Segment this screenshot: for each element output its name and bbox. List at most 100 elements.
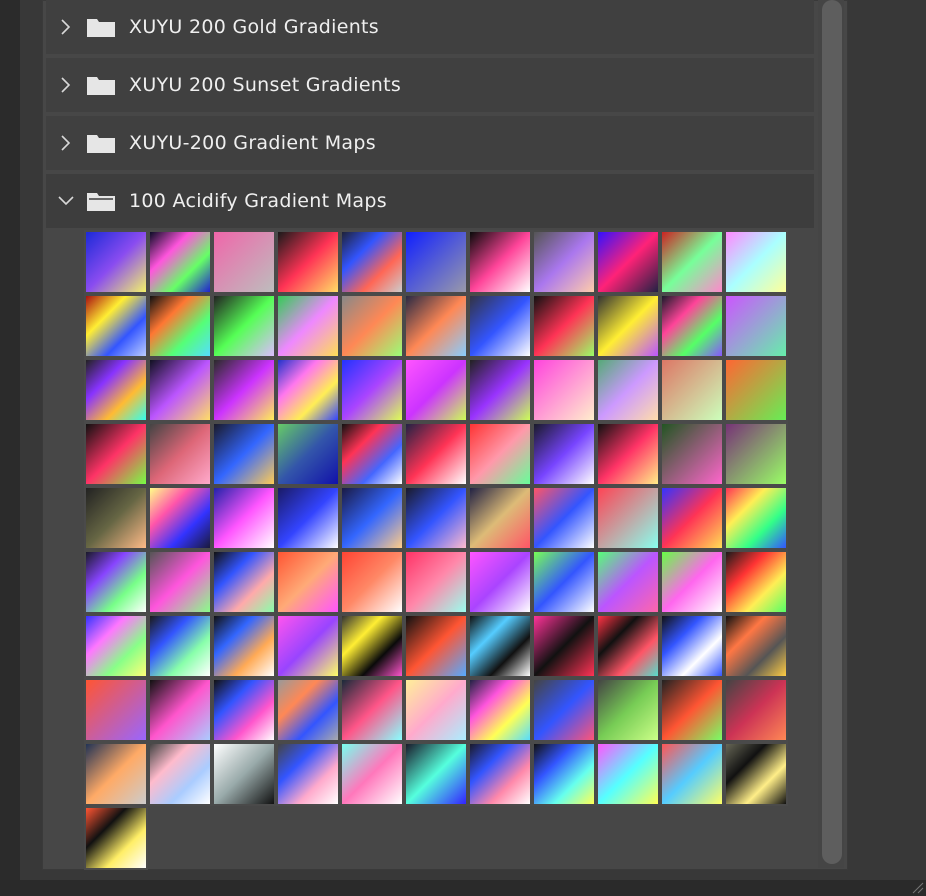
gradient-swatch[interactable] [340,614,404,678]
gradient-swatch[interactable] [404,550,468,614]
gradient-swatch[interactable] [596,678,660,742]
gradient-swatch[interactable] [660,742,724,806]
gradient-swatch[interactable] [212,358,276,422]
folder-row[interactable]: XUYU-200 Gradient Maps [46,116,814,170]
gradient-swatch[interactable] [532,294,596,358]
chevron-right-icon[interactable] [46,77,86,93]
gradient-swatch[interactable] [468,550,532,614]
gradient-swatch[interactable] [340,486,404,550]
gradient-swatch[interactable] [596,294,660,358]
gradient-swatch[interactable] [276,294,340,358]
gradient-swatch[interactable] [532,550,596,614]
gradient-swatch[interactable] [532,678,596,742]
gradient-swatch[interactable] [596,614,660,678]
gradient-swatch[interactable] [340,678,404,742]
gradient-swatch[interactable] [212,294,276,358]
gradient-swatch[interactable] [148,422,212,486]
gradient-swatch[interactable] [596,358,660,422]
gradient-swatch[interactable] [596,742,660,806]
gradient-swatch[interactable] [148,358,212,422]
gradient-swatch[interactable] [148,678,212,742]
gradient-swatch[interactable] [724,678,788,742]
folder-row[interactable]: 100 Acidify Gradient Maps [46,174,814,228]
gradient-swatch[interactable] [660,678,724,742]
gradient-swatch[interactable] [148,614,212,678]
gradient-swatch[interactable] [660,486,724,550]
gradient-swatch[interactable] [84,742,148,806]
gradient-swatch[interactable] [404,422,468,486]
gradient-swatch[interactable] [404,230,468,294]
gradient-swatch[interactable] [276,358,340,422]
resize-grip-icon[interactable] [910,880,924,894]
gradient-swatch[interactable] [148,230,212,294]
gradient-swatch[interactable] [660,550,724,614]
gradient-swatch[interactable] [724,358,788,422]
gradient-swatch[interactable] [532,742,596,806]
gradient-swatch[interactable] [276,678,340,742]
gradient-swatch[interactable] [596,550,660,614]
gradient-swatch[interactable] [532,230,596,294]
gradient-swatch[interactable] [404,614,468,678]
scrollbar-thumb[interactable] [822,0,842,864]
gradient-swatch[interactable] [148,486,212,550]
gradient-swatch[interactable] [724,422,788,486]
gradient-swatch[interactable] [468,614,532,678]
gradient-swatch[interactable] [84,550,148,614]
gradient-swatch[interactable] [404,486,468,550]
gradient-swatch[interactable] [468,422,532,486]
folder-row[interactable]: XUYU 200 Sunset Gradients [46,58,814,112]
chevron-down-icon[interactable] [46,196,86,206]
gradient-swatch[interactable] [724,614,788,678]
gradient-swatch[interactable] [404,358,468,422]
gradient-swatch[interactable] [468,742,532,806]
gradient-swatch[interactable] [532,358,596,422]
gradient-swatch[interactable] [276,550,340,614]
gradient-swatch[interactable] [84,294,148,358]
gradient-swatch[interactable] [660,230,724,294]
gradient-swatch[interactable] [340,550,404,614]
gradient-swatch[interactable] [724,230,788,294]
gradient-swatch[interactable] [340,422,404,486]
gradient-swatch[interactable] [212,678,276,742]
folder-row[interactable]: XUYU 200 Gold Gradients [46,0,814,54]
gradient-swatch[interactable] [468,486,532,550]
gradient-swatch[interactable] [212,614,276,678]
gradient-swatch[interactable] [212,550,276,614]
gradient-swatch[interactable] [340,742,404,806]
gradient-swatch[interactable] [340,358,404,422]
gradient-swatch[interactable] [212,422,276,486]
gradient-swatch[interactable] [84,614,148,678]
gradient-swatch[interactable] [724,486,788,550]
gradient-swatch[interactable] [468,358,532,422]
gradient-swatch[interactable] [596,486,660,550]
gradient-swatch[interactable] [212,486,276,550]
gradient-swatch[interactable] [84,358,148,422]
gradient-swatch[interactable] [84,422,148,486]
gradient-swatch[interactable] [404,678,468,742]
gradient-swatch[interactable] [596,230,660,294]
gradient-swatch[interactable] [276,614,340,678]
gradient-swatch[interactable] [532,422,596,486]
gradient-swatch[interactable] [340,294,404,358]
gradient-swatch[interactable] [660,294,724,358]
gradient-swatch[interactable] [468,678,532,742]
gradient-swatch[interactable] [404,742,468,806]
gradient-swatch[interactable] [724,742,788,806]
gradient-swatch[interactable] [148,550,212,614]
gradient-swatch[interactable] [84,806,148,870]
gradient-swatch[interactable] [212,742,276,806]
gradient-swatch[interactable] [276,486,340,550]
gradient-swatch[interactable] [276,422,340,486]
gradient-swatch[interactable] [84,486,148,550]
gradient-swatch[interactable] [532,486,596,550]
chevron-right-icon[interactable] [46,19,86,35]
gradient-swatch[interactable] [660,422,724,486]
gradient-swatch[interactable] [340,230,404,294]
gradient-swatch[interactable] [148,742,212,806]
gradient-swatch[interactable] [84,678,148,742]
chevron-right-icon[interactable] [46,135,86,151]
gradient-swatch[interactable] [276,230,340,294]
gradient-swatch[interactable] [660,614,724,678]
gradient-swatch[interactable] [468,230,532,294]
gradient-swatch[interactable] [148,294,212,358]
